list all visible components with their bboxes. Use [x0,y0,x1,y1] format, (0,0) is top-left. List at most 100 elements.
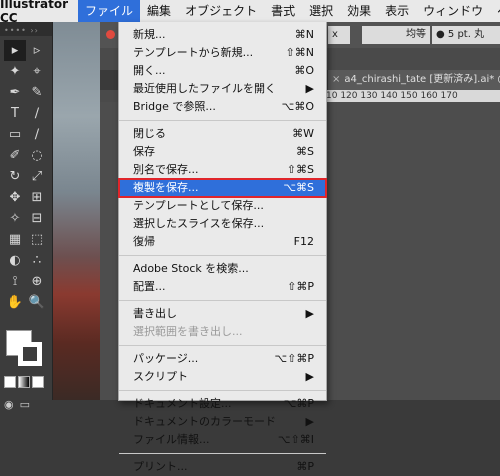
tool-button[interactable]: ⊕ [26,271,48,292]
tool-button[interactable]: ⬚ [26,229,48,250]
menu-item-label: 書き出し [133,307,177,320]
tool-button[interactable]: ▦ [4,229,26,250]
menu-item[interactable]: 配置... ⇧⌘P [119,278,326,296]
menu-separator [119,390,326,391]
window-close-button[interactable] [106,30,115,39]
menu-item[interactable]: 選択したスライスを保存... [119,215,326,233]
menu-item-label: 選択範囲を書き出し... [133,325,243,338]
tool-button[interactable]: T [4,103,26,124]
color-modes [4,376,44,388]
menu-object[interactable]: オブジェクト [178,0,264,22]
menu-item-shortcut: ⌘P [296,460,314,473]
color-mode-button[interactable] [4,376,16,388]
menu-item[interactable]: 書き出し ▶ [119,305,326,323]
tool-button[interactable]: ▭ [4,124,26,145]
menu-edit[interactable]: 編集 [140,0,178,22]
menu-item[interactable]: 閉じる ⌘W [119,125,326,143]
menu-item-label: 選択したスライスを保存... [133,217,265,230]
menu-bar: Illustrator CC ファイル 編集 オブジェクト 書式 選択 効果 表… [0,0,500,25]
tool-button[interactable]: ⊟ [26,208,48,229]
menu-item[interactable]: ドキュメント設定... ⌥⌘P [119,395,326,413]
menu-item: 選択範囲を書き出し... [119,323,326,341]
tool-button[interactable]: ∕ [26,103,48,124]
file-menu-dropdown: 新規... ⌘N テンプレートから新規... ⇧⌘N 開く... ⌘O 最近使用したファイル… [118,22,327,473]
none-mode-button[interactable] [32,376,44,388]
tool-button[interactable]: ▸ [4,40,26,61]
menu-item[interactable]: 復帰 F12 [119,233,326,251]
tool-button[interactable]: ✋ [4,292,26,313]
tool-button[interactable]: ◌ [26,145,48,166]
menu-item-shortcut: ⌥⌘O [281,100,314,113]
menu-item-label: パッケージ... [133,352,199,365]
stroke-swatch[interactable] [18,342,42,366]
menu-item[interactable]: 保存 ⌘S [119,143,326,161]
menu-item-label: 保存 [133,145,155,158]
submenu-arrow-icon: ▶ [305,415,314,428]
tool-button[interactable]: ✐ [4,145,26,166]
tools-panel: •••• ›› ▸ ▹ ✦ ⌖ ✒ ✎ T ∕ ▭ ∕ ✐ ◌ ↻ ⤢ ✥ ⊞ ✧ ⊟ ▦ ⬚ ◐ ∴ ⟟ ⊕ ✋ 🔍 ◉ ▭ [0,22,53,411]
menu-item[interactable]: プリント... ⌘P [119,458,326,476]
menu-item[interactable]: テンプレートとして保存... [119,197,326,215]
menu-view[interactable]: 表示 [378,0,416,22]
tool-button[interactable]: ↻ [4,166,26,187]
menu-item-shortcut: ⌘S [296,145,314,158]
menu-item[interactable]: パッケージ... ⌥⇧⌘P [119,350,326,368]
tool-button[interactable]: ∕ [26,124,48,145]
menu-item[interactable]: ドキュメントのカラーモード ▶ [119,413,326,431]
menu-type[interactable]: 書式 [264,0,302,22]
document-tab[interactable]: × a4_chirashi_tate [更新済み].ai* @ 100% [328,70,500,90]
brush-dropdown[interactable]: ● 5 pt. 丸 [432,26,500,44]
tool-button[interactable]: ✥ [4,187,26,208]
tool-button[interactable]: ▹ [26,40,48,61]
menu-item-shortcut: F12 [293,235,314,248]
profile-dropdown[interactable]: 均等 [362,26,430,44]
menu-file[interactable]: ファイル [78,0,141,22]
grip-icon: •••• ›› [4,26,39,35]
tool-button[interactable]: ✎ [26,82,48,103]
menu-item[interactable]: 複製を保存... ⌥⌘S [118,178,327,198]
tool-button[interactable]: ✒ [4,82,26,103]
menu-separator [119,345,326,346]
menu-item-label: 閉じる [133,127,166,140]
menu-item-label: ファイル情報... [133,433,210,446]
tool-button[interactable]: ✦ [4,61,26,82]
menu-item[interactable]: スクリプト ▶ [119,368,326,386]
tool-button[interactable]: ⌖ [26,61,48,82]
tool-button[interactable]: ◐ [4,250,26,271]
menu-separator [119,300,326,301]
tool-button[interactable]: ⤢ [26,166,48,187]
gradient-mode-button[interactable] [18,376,30,388]
menu-separator [119,255,326,256]
menu-separator [119,453,326,454]
menu-item-label: 複製を保存... [133,181,199,194]
menu-item[interactable]: Bridge で参照... ⌥⌘O [119,98,326,116]
menu-item[interactable]: テンプレートから新規... ⇧⌘N [119,44,326,62]
tab-close-icon[interactable]: × [332,74,340,85]
menu-item-shortcut: ⌘N [294,28,314,41]
tool-button[interactable]: ⟟ [4,271,26,292]
menu-item[interactable]: 最近使用したファイルを開く ▶ [119,80,326,98]
menu-item-shortcut: ⌘W [292,127,314,140]
menu-item[interactable]: 開く... ⌘O [119,62,326,80]
menu-item[interactable]: ファイル情報... ⌥⇧⌘I [119,431,326,449]
menu-effect[interactable]: 効果 [340,0,378,22]
fill-stroke-swatches[interactable] [4,330,48,372]
menu-item[interactable]: 別名で保存... ⇧⌘S [119,161,326,179]
panel-handle[interactable]: •••• ›› [0,22,52,36]
menu-item-label: 新規... [133,28,166,41]
tool-button[interactable]: ⊞ [26,187,48,208]
menu-item-label: 配置... [133,280,166,293]
menu-item-label: プリント... [133,460,188,473]
tool-button[interactable]: 🔍 [26,292,48,313]
menu-window[interactable]: ウィンドウ [416,0,490,22]
menu-select[interactable]: 選択 [302,0,340,22]
menu-item[interactable]: Adobe Stock を検索... [119,260,326,278]
menu-item-label: 開く... [133,64,166,77]
menu-help[interactable]: ヘ [490,0,500,22]
submenu-arrow-icon: ▶ [305,370,314,383]
control-dropdown[interactable]: x [328,26,350,44]
menu-item-label: スクリプト [133,370,188,383]
tool-button[interactable]: ✧ [4,208,26,229]
tool-button[interactable]: ∴ [26,250,48,271]
menu-item[interactable]: 新規... ⌘N [119,26,326,44]
